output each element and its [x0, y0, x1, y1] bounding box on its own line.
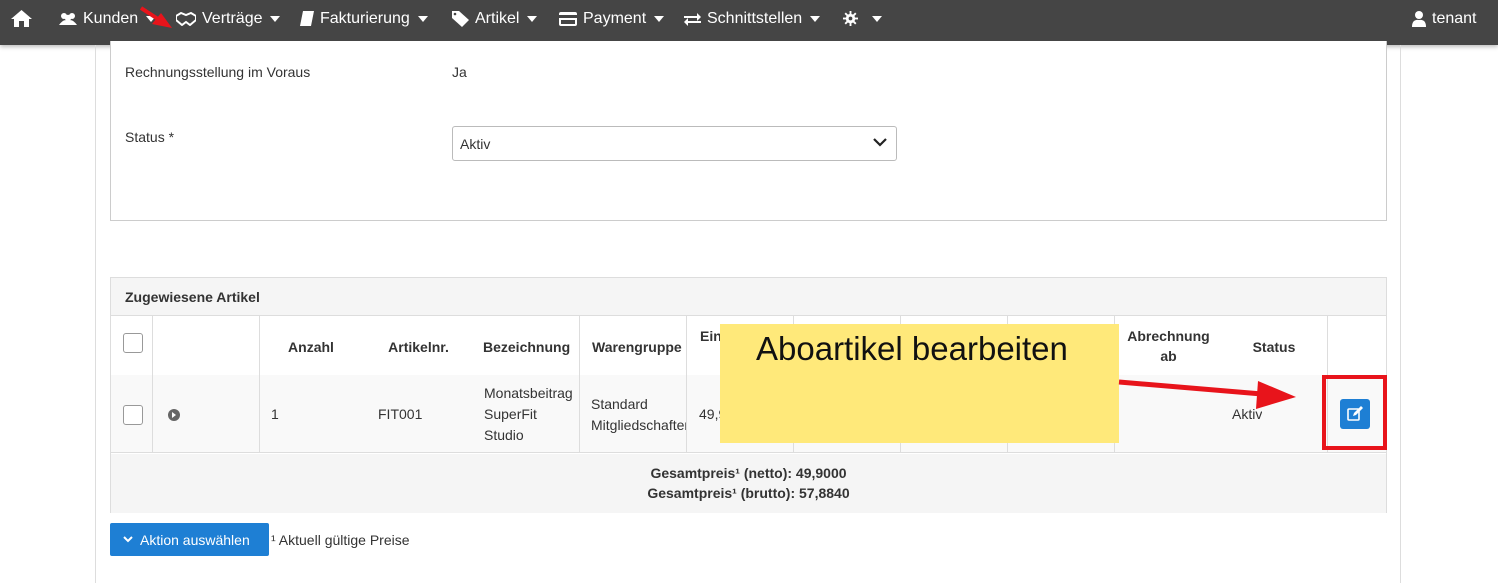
status-select-value: Aktiv — [460, 135, 491, 152]
total-net: Gesamtpreis¹ (netto): 49,9000 — [650, 465, 847, 481]
cell-bezeichnung-line: Monatsbeitrag — [484, 385, 573, 401]
gear-icon — [843, 11, 858, 26]
chevron-down-icon — [270, 15, 281, 22]
nav-artikel-label: Artikel — [475, 9, 520, 27]
cell-bezeichnung: Monatsbeitrag SuperFit Studio — [484, 383, 579, 446]
panel-heading: Zugewiesene Artikel — [111, 278, 1386, 316]
nav-settings[interactable] — [843, 0, 882, 37]
exchange-icon — [684, 12, 701, 26]
home-icon — [11, 10, 32, 27]
select-all-checkbox[interactable] — [123, 333, 143, 353]
chevron-down-icon — [146, 15, 157, 22]
select-action-button[interactable]: Aktion auswählen — [110, 523, 269, 556]
totals-row: Gesamtpreis¹ (netto): 49,9000 Gesamtprei… — [111, 454, 1386, 513]
cell-warengruppe-line: Mitgliedschaften — [591, 417, 686, 433]
book-icon — [300, 11, 314, 26]
user-icon — [1412, 10, 1426, 27]
cell-artikelnr: FIT001 — [378, 406, 423, 422]
top-navbar: Kunden Verträge Fakturierung Artikel Pay… — [0, 0, 1498, 45]
nav-user[interactable]: tenant — [1412, 0, 1476, 37]
column-header-bezeichnung[interactable]: Bezeichnung — [483, 337, 578, 357]
nav-kunden[interactable]: Kunden — [59, 0, 157, 37]
chevron-down-icon — [654, 15, 665, 22]
nav-vertraege[interactable]: Verträge — [176, 0, 281, 37]
row-checkbox[interactable] — [123, 405, 143, 425]
cell-status: Aktiv — [1232, 406, 1263, 422]
advance-billing-value: Ja — [452, 64, 467, 80]
chevron-down-icon — [810, 15, 821, 22]
nav-payment-label: Payment — [583, 9, 647, 27]
home-link[interactable] — [11, 0, 32, 37]
advance-billing-label: Rechnungsstellung im Voraus — [125, 64, 311, 80]
nav-user-label: tenant — [1432, 9, 1477, 27]
nav-fakturierung[interactable]: Fakturierung — [300, 0, 428, 37]
annotation-highlight-frame — [1322, 375, 1387, 450]
status-label: Status * — [125, 129, 175, 145]
column-header-status[interactable]: Status — [1231, 337, 1317, 357]
nav-fakturierung-label: Fakturierung — [320, 9, 410, 27]
column-header-abrechnung-ab[interactable]: Abrechnung ab — [1121, 326, 1216, 366]
cell-warengruppe-line: Standard — [591, 396, 648, 412]
nav-artikel[interactable]: Artikel — [452, 0, 538, 37]
credit-card-icon — [559, 11, 577, 26]
handshake-icon — [176, 11, 196, 26]
chevron-down-icon — [123, 536, 133, 543]
price-footnote: ¹ Aktuell gültige Preise — [271, 532, 410, 548]
total-gross: Gesamtpreis¹ (brutto): 57,8840 — [647, 485, 850, 501]
cell-anzahl: 1 — [271, 406, 279, 422]
chevron-down-icon — [873, 138, 887, 147]
nav-schnittstellen[interactable]: Schnittstellen — [684, 0, 821, 37]
annotation-callout: Aboartikel bearbeiten — [720, 324, 1119, 443]
nav-vertraege-label: Verträge — [202, 9, 263, 27]
chevron-down-icon — [872, 15, 882, 22]
column-header-artikelnr[interactable]: Artikelnr. — [376, 337, 461, 357]
users-icon — [59, 12, 77, 25]
cell-warengruppe: Standard Mitgliedschaften — [591, 394, 686, 436]
nav-kunden-label: Kunden — [83, 9, 139, 27]
column-header-warengruppe[interactable]: Warengruppe — [592, 337, 686, 357]
cell-bezeichnung-line: SuperFit — [484, 406, 537, 422]
nav-payment[interactable]: Payment — [559, 0, 665, 37]
tag-icon — [452, 10, 469, 27]
chevron-down-icon — [417, 15, 428, 22]
status-select[interactable]: Aktiv — [452, 126, 897, 161]
select-action-label: Aktion auswählen — [140, 531, 250, 548]
expand-row-icon[interactable] — [168, 409, 180, 421]
cell-bezeichnung-line: Studio — [484, 427, 524, 443]
column-header-anzahl[interactable]: Anzahl — [276, 337, 346, 357]
chevron-down-icon — [527, 15, 538, 22]
nav-schnittstellen-label: Schnittstellen — [707, 9, 803, 27]
